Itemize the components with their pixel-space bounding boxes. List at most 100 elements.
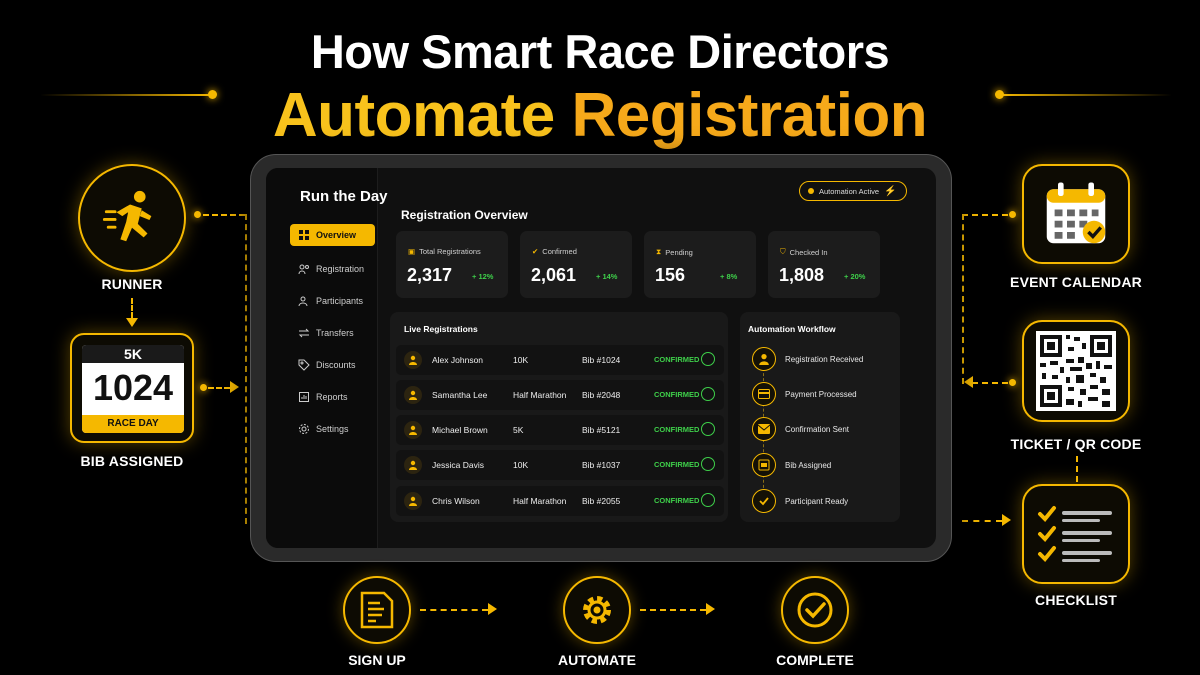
nav-item-label: Transfers [316, 328, 354, 338]
gear-icon [299, 424, 309, 434]
race-type: 10K [513, 460, 529, 470]
nav-item-participants[interactable]: Participants [290, 290, 375, 312]
user-avatar-icon [409, 496, 417, 506]
signup-label: SIGN UP [348, 652, 406, 668]
check-circle-icon [701, 493, 715, 507]
nav-item-transfers[interactable]: Transfers [290, 322, 375, 344]
arrow-right-icon [230, 381, 239, 393]
form-document-icon [360, 591, 394, 629]
nav-item-registration[interactable]: Registration [290, 258, 375, 280]
bib-number: Bib #1024 [582, 355, 621, 365]
bib-number: 1024 [92, 367, 174, 408]
nav-item-overview[interactable]: Overview [290, 224, 375, 246]
decorative-line-left [40, 94, 212, 96]
bib-assigned-label: BIB ASSIGNED [80, 453, 184, 469]
clipboard-icon: ▣ [408, 247, 416, 256]
mail-icon [752, 417, 776, 441]
checklist-label: CHECKLIST [1035, 592, 1117, 608]
decorative-dot-right [995, 90, 1004, 99]
race-type: 5K [513, 425, 524, 435]
status-badge: CONFIRMED [654, 496, 700, 505]
tag-icon [298, 359, 310, 371]
runner-label: RUNNER [101, 276, 163, 292]
headline-word-registration: Registration [571, 81, 928, 150]
connector-line [208, 387, 230, 389]
shield-check-icon: ⛉ [780, 247, 786, 256]
stat-card-checked-in: ⛉ Checked In 1,808 + 20% [768, 231, 880, 298]
table-row[interactable]: Jessica Davis 10K Bib #1037 CONFIRMED [396, 450, 724, 480]
people-icon [298, 296, 308, 307]
check-circle-icon [701, 457, 715, 471]
nav-item-discounts[interactable]: Discounts [290, 354, 375, 376]
event-calendar-label: EVENT CALENDAR [1010, 274, 1142, 290]
avatar [404, 386, 422, 404]
stat-change: + 14% [596, 272, 618, 281]
sidebar: Run the Day Overview Registration Partic… [266, 168, 388, 548]
hourglass-icon: ⧗ [656, 247, 662, 256]
bib-number: Bib #5121 [582, 425, 621, 435]
stat-value: 2,317 [407, 265, 453, 285]
check-circle-icon [701, 387, 715, 401]
calendar-icon [1046, 182, 1106, 244]
workflow-step: Participant Ready [752, 488, 848, 514]
stat-label: Checked In [789, 247, 828, 257]
card-icon [752, 382, 776, 406]
arrow-right-icon [488, 603, 497, 615]
complete-label: COMPLETE [776, 652, 854, 668]
status-badge: CONFIRMED [654, 390, 700, 399]
stat-label: Pending [665, 247, 693, 257]
workflow-step: Bib Assigned [752, 452, 831, 478]
avatar [404, 492, 422, 510]
nav-item-settings[interactable]: Settings [290, 418, 375, 440]
table-row[interactable]: Alex Johnson 10K Bib #1024 CONFIRMED [396, 345, 724, 375]
race-type: Half Marathon [513, 496, 567, 506]
workflow-step-label: Bib Assigned [785, 460, 832, 470]
signup-step [343, 576, 411, 644]
arrow-down-icon [126, 318, 138, 327]
bib-distance: 5K [82, 345, 184, 363]
bib-footer: RACE DAY [82, 415, 184, 433]
overview-title: Registration Overview [401, 208, 528, 222]
connector-line [962, 214, 1008, 216]
headline-word-automate: Automate [272, 81, 555, 150]
runner-card [78, 164, 186, 272]
participant-name: Alex Johnson [432, 355, 484, 365]
automation-active-badge[interactable]: Automation Active ⚡ [799, 181, 907, 201]
automation-workflow-title: Automation Workflow [748, 324, 836, 334]
workflow-step: Registration Received [752, 346, 863, 372]
workflow-step-label: Participant Ready [785, 496, 849, 506]
table-row[interactable]: Samantha Lee Half Marathon Bib #2048 CON… [396, 380, 724, 410]
qr-code-icon [1036, 331, 1116, 411]
check-circle-icon [701, 422, 715, 436]
report-icon [299, 392, 309, 402]
stat-change: + 8% [720, 272, 738, 281]
bib-number: Bib #1037 [582, 460, 621, 470]
table-row[interactable]: Michael Brown 5K Bib #5121 CONFIRMED [396, 415, 724, 445]
connector-dot [1009, 379, 1016, 386]
avatar [404, 351, 422, 369]
stat-value: 1,808 [779, 265, 825, 285]
bib-number: Bib #2055 [582, 496, 621, 506]
stat-value: 156 [655, 265, 686, 285]
table-row[interactable]: Chris Wilson Half Marathon Bib #2055 CON… [396, 486, 724, 516]
check-icon [752, 489, 776, 513]
workflow-step-label: Payment Processed [785, 389, 857, 399]
nav-item-label: Reports [316, 392, 348, 402]
arrow-right-icon [1002, 514, 1011, 526]
connector-line [962, 520, 1002, 522]
workflow-step: Confirmation Sent [752, 416, 849, 442]
automate-step [563, 576, 631, 644]
avatar [404, 421, 422, 439]
status-dot-icon [808, 188, 814, 194]
avatar [404, 456, 422, 474]
user-avatar-icon [409, 425, 417, 435]
checklist-card [1022, 484, 1130, 584]
brand-name: Run the Day [300, 188, 388, 205]
connector-line [972, 382, 1008, 384]
nav-item-reports[interactable]: Reports [290, 386, 375, 408]
lightning-icon: ⚡ [884, 185, 897, 197]
connector-dot [1009, 211, 1016, 218]
complete-step [781, 576, 849, 644]
check-badge-icon: ✔ [532, 247, 539, 256]
runner-icon [102, 190, 152, 242]
